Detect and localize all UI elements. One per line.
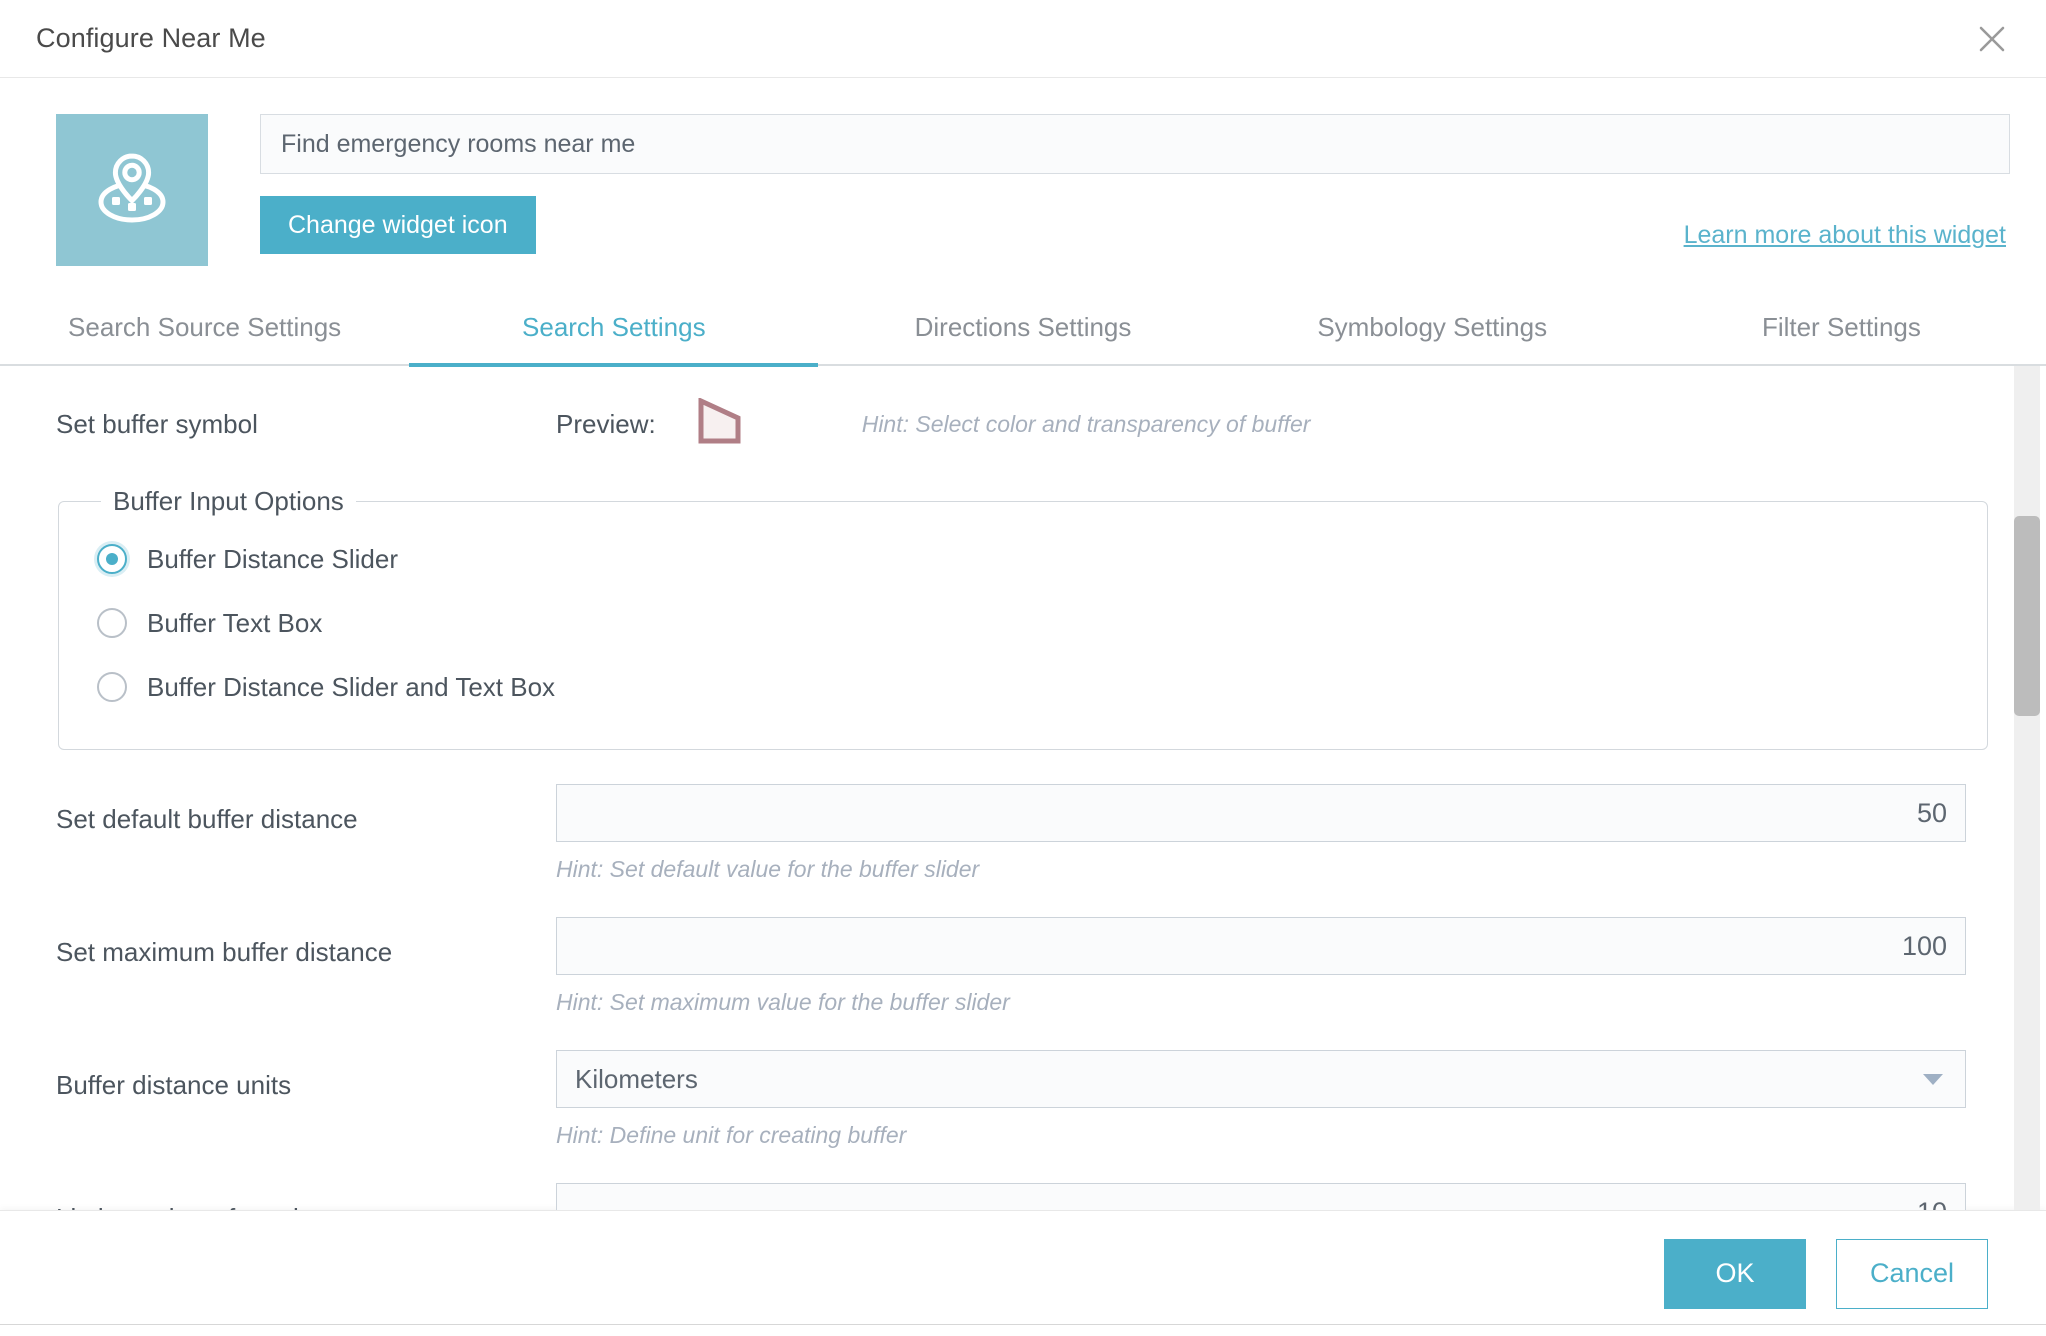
label-limit-number-of-results: Limit number of results <box>56 1183 556 1210</box>
learn-more-link[interactable]: Learn more about this widget <box>1684 221 2006 254</box>
widget-header-actions: Change widget icon Learn more about this… <box>260 196 2010 254</box>
buffer-symbol-label: Set buffer symbol <box>56 409 556 440</box>
buffer-symbol-row: Set buffer symbol Preview: Hint: Select … <box>56 390 1990 458</box>
radio-buffer-slider-and-text-box[interactable]: Buffer Distance Slider and Text Box <box>97 655 1959 719</box>
radio-label-buffer-slider-and-text-box: Buffer Distance Slider and Text Box <box>147 672 555 703</box>
label-default-buffer-distance: Set default buffer distance <box>56 784 556 835</box>
radio-indicator-selected[interactable] <box>97 544 127 574</box>
tab-search-source-settings[interactable]: Search Source Settings <box>0 302 409 367</box>
radio-label-buffer-distance-slider: Buffer Distance Slider <box>147 544 398 575</box>
control-maximum-buffer-distance: Hint: Set maximum value for the buffer s… <box>556 917 1990 1016</box>
buffer-preview-label: Preview: <box>556 409 656 440</box>
widget-name-input[interactable] <box>260 114 2010 174</box>
buffer-symbol-preview-swatch[interactable] <box>696 398 752 451</box>
widget-icon-button[interactable] <box>56 114 208 266</box>
vertical-scrollbar-track[interactable] <box>2014 366 2040 1210</box>
label-buffer-distance-units: Buffer distance units <box>56 1050 556 1101</box>
widget-header-right: Change widget icon Learn more about this… <box>260 114 2010 254</box>
buffer-input-options-legend: Buffer Input Options <box>101 486 356 517</box>
tab-directions-settings[interactable]: Directions Settings <box>818 302 1227 367</box>
chevron-down-icon[interactable] <box>1923 1074 1943 1085</box>
search-settings-panel: Set buffer symbol Preview: Hint: Select … <box>0 366 2046 1210</box>
close-icon[interactable] <box>1968 15 2016 63</box>
hint-default-buffer-distance: Hint: Set default value for the buffer s… <box>556 856 1966 883</box>
form-row-default-buffer-distance: Set default buffer distance Hint: Set de… <box>56 784 1990 883</box>
dialog-footer: OK Cancel <box>0 1210 2046 1336</box>
input-maximum-buffer-distance[interactable] <box>556 917 1966 975</box>
tab-symbology-settings[interactable]: Symbology Settings <box>1228 302 1637 367</box>
map-pin-location-icon <box>84 140 180 241</box>
form-row-maximum-buffer-distance: Set maximum buffer distance Hint: Set ma… <box>56 917 1990 1016</box>
hint-buffer-distance-units: Hint: Define unit for creating buffer <box>556 1122 1966 1149</box>
select-buffer-distance-units-value: Kilometers <box>575 1064 698 1095</box>
radio-buffer-text-box[interactable]: Buffer Text Box <box>97 591 1959 655</box>
form-row-limit-number-of-results: Limit number of results Hint: Set the ma… <box>56 1183 1990 1210</box>
buffer-symbol-hint: Hint: Select color and transparency of b… <box>862 411 1311 438</box>
radio-indicator-unselected[interactable] <box>97 608 127 638</box>
radio-indicator-unselected[interactable] <box>97 672 127 702</box>
dialog-title: Configure Near Me <box>36 23 266 54</box>
configure-near-me-dialog: Configure Near Me <box>0 0 2046 1336</box>
tab-filter-settings[interactable]: Filter Settings <box>1637 302 2046 367</box>
widget-header: Change widget icon Learn more about this… <box>0 78 2046 266</box>
vertical-scrollbar-thumb[interactable] <box>2014 516 2040 716</box>
input-default-buffer-distance[interactable] <box>556 784 1966 842</box>
control-buffer-distance-units: Kilometers Hint: Define unit for creatin… <box>556 1050 1990 1149</box>
form-row-buffer-distance-units: Buffer distance units Kilometers Hint: D… <box>56 1050 1990 1149</box>
radio-label-buffer-text-box: Buffer Text Box <box>147 608 322 639</box>
settings-scroll-region: Set buffer symbol Preview: Hint: Select … <box>0 366 2046 1210</box>
control-default-buffer-distance: Hint: Set default value for the buffer s… <box>556 784 1990 883</box>
dialog-titlebar: Configure Near Me <box>0 0 2046 78</box>
tab-search-settings[interactable]: Search Settings <box>409 302 818 367</box>
ok-button[interactable]: OK <box>1664 1239 1806 1309</box>
settings-tablist: Search Source Settings Search Settings D… <box>0 302 2046 366</box>
control-limit-number-of-results: Hint: Set the maximum number of visible … <box>556 1183 1990 1210</box>
label-maximum-buffer-distance: Set maximum buffer distance <box>56 917 556 968</box>
change-widget-icon-button[interactable]: Change widget icon <box>260 196 536 254</box>
input-limit-number-of-results[interactable] <box>556 1183 1966 1210</box>
cancel-button[interactable]: Cancel <box>1836 1239 1988 1309</box>
select-buffer-distance-units[interactable]: Kilometers <box>556 1050 1966 1108</box>
buffer-input-options-fieldset: Buffer Input Options Buffer Distance Sli… <box>58 486 1988 750</box>
window-bottom-strip <box>0 1324 2046 1336</box>
hint-maximum-buffer-distance: Hint: Set maximum value for the buffer s… <box>556 989 1966 1016</box>
radio-buffer-distance-slider[interactable]: Buffer Distance Slider <box>97 527 1959 591</box>
